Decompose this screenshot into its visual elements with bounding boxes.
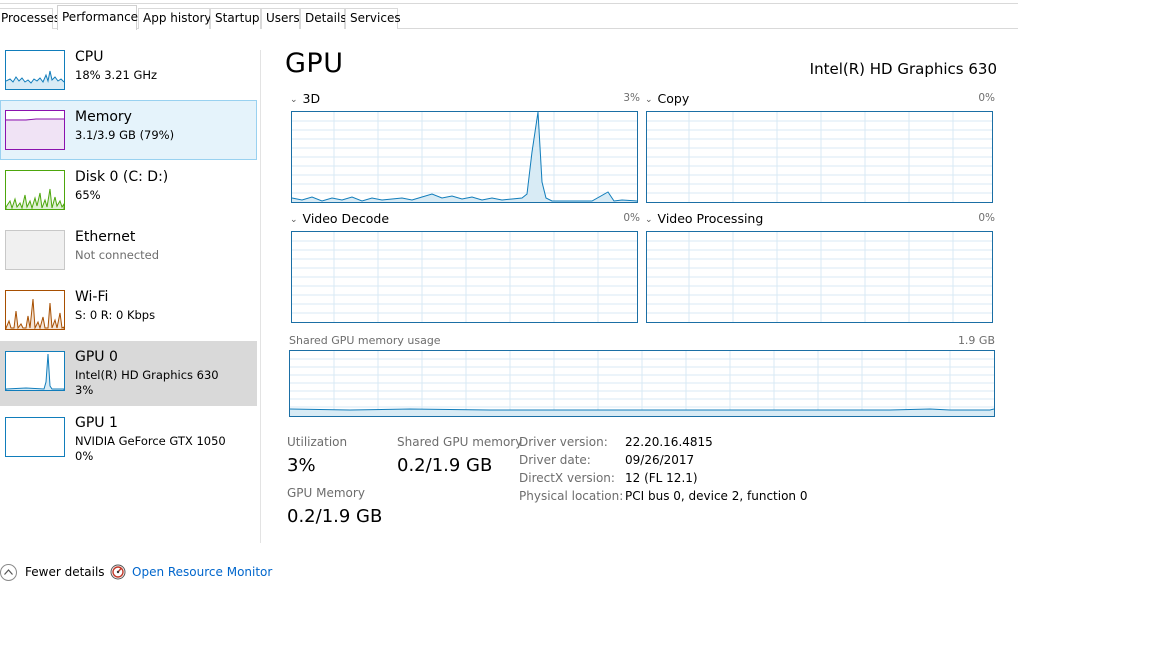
engine-graph-video-processing: [646, 231, 993, 323]
chevron-down-icon: ⌄: [645, 215, 653, 225]
gpu-device-name: Intel(R) HD Graphics 630: [809, 60, 997, 78]
resource-monitor-icon: [110, 564, 126, 580]
chevron-up-icon: [0, 563, 17, 581]
engine-label: Copy: [657, 91, 690, 106]
sidebar-item-wifi[interactable]: Wi-Fi S: 0 R: 0 Kbps: [0, 280, 257, 340]
fewer-details-button[interactable]: Fewer details: [0, 562, 105, 582]
shared-gpu-memory-value: 0.2/1.9 GB: [397, 455, 493, 476]
sidebar-item-subtitle: S: 0 R: 0 Kbps: [75, 308, 156, 322]
open-resource-monitor-label: Open Resource Monitor: [132, 565, 273, 579]
engine-graph-3d: [291, 111, 638, 203]
engine-label: 3D: [302, 91, 321, 106]
chevron-down-icon: ⌄: [645, 95, 653, 105]
sidebar-item-subtitle: Not connected: [75, 248, 160, 262]
sidebar-item-usage: 0%: [75, 449, 94, 463]
sidebar-item-ethernet[interactable]: Ethernet Not connected: [0, 220, 257, 280]
tab-app-history[interactable]: App history: [138, 8, 212, 29]
sidebar-divider: [260, 50, 261, 543]
engine-percent: 0%: [623, 212, 640, 224]
driver-date-value: 09/26/2017: [625, 453, 695, 467]
tab-performance[interactable]: Performance: [57, 5, 138, 30]
physical-location-value: PCI bus 0, device 2, function 0: [625, 489, 808, 503]
open-resource-monitor-link[interactable]: Open Resource Monitor: [110, 562, 272, 582]
sidebar-item-title: GPU 0: [75, 349, 118, 365]
shared-gpu-memory-label: Shared GPU memory: [397, 435, 523, 449]
engine-selector-video-decode[interactable]: ⌄ Video Decode: [290, 211, 389, 226]
sidebar-item-usage: 3%: [75, 383, 94, 397]
shared-memory-graph-label: Shared GPU memory usage: [289, 334, 441, 347]
cpu-thumbnail-graph: [5, 50, 65, 90]
engine-percent: 0%: [978, 212, 995, 224]
ethernet-thumbnail-graph: [5, 230, 65, 270]
engine-percent: 0%: [978, 92, 995, 104]
gpu-memory-label: GPU Memory: [287, 486, 365, 500]
gpu0-thumbnail-graph: [5, 351, 65, 391]
sidebar-item-disk-0[interactable]: Disk 0 (C: D:) 65%: [0, 160, 257, 220]
tab-users[interactable]: Users: [261, 8, 300, 29]
gpu1-thumbnail-graph: [5, 417, 65, 457]
sidebar-item-title: Ethernet: [75, 229, 136, 245]
directx-version-label: DirectX version:: [519, 471, 615, 485]
sidebar-item-gpu-0[interactable]: GPU 0 Intel(R) HD Graphics 630 3%: [0, 341, 257, 406]
driver-date-label: Driver date:: [519, 453, 591, 467]
chevron-down-icon: ⌄: [290, 215, 298, 225]
chevron-down-icon: ⌄: [290, 95, 298, 105]
sidebar-item-subtitle: NVIDIA GeForce GTX 1050: [75, 434, 226, 448]
page-title: GPU: [285, 48, 344, 79]
tab-bar-top-line: [0, 3, 1018, 4]
tab-services[interactable]: Services: [345, 8, 401, 29]
engine-selector-video-processing[interactable]: ⌄ Video Processing: [645, 211, 763, 226]
disk-thumbnail-graph: [5, 170, 65, 210]
fewer-details-label: Fewer details: [25, 565, 105, 579]
shared-memory-graph-max: 1.9 GB: [957, 334, 995, 347]
tab-bar: Processes Performance App history Startu…: [0, 0, 1018, 30]
sidebar-item-title: CPU: [75, 49, 104, 65]
engine-label: Video Processing: [657, 211, 764, 226]
tab-startup[interactable]: Startup: [210, 8, 261, 29]
sidebar-item-title: Memory: [75, 109, 132, 125]
engine-percent: 3%: [623, 92, 640, 104]
engine-selector-3d[interactable]: ⌄ 3D: [290, 91, 320, 106]
driver-version-label: Driver version:: [519, 435, 608, 449]
physical-location-label: Physical location:: [519, 489, 624, 503]
tab-details[interactable]: Details: [300, 8, 347, 29]
sidebar-item-subtitle: 3.1/3.9 GB (79%): [75, 128, 175, 142]
sidebar-item-subtitle: Intel(R) HD Graphics 630: [75, 368, 219, 382]
tab-processes[interactable]: Processes: [0, 8, 60, 29]
sidebar-item-cpu[interactable]: CPU 18% 3.21 GHz: [0, 40, 257, 100]
driver-version-value: 22.20.16.4815: [625, 435, 713, 449]
sidebar-item-memory[interactable]: Memory 3.1/3.9 GB (79%): [0, 100, 257, 160]
utilization-value: 3%: [287, 455, 316, 476]
sidebar-item-subtitle: 65%: [75, 188, 101, 202]
gpu-memory-value: 0.2/1.9 GB: [287, 506, 383, 527]
memory-thumbnail-graph: [5, 110, 65, 150]
sidebar-item-gpu-1[interactable]: GPU 1 NVIDIA GeForce GTX 1050 0%: [0, 407, 257, 472]
sidebar-item-title: GPU 1: [75, 415, 118, 431]
sidebar-item-subtitle: 18% 3.21 GHz: [75, 68, 158, 82]
utilization-label: Utilization: [287, 435, 348, 449]
performance-sidebar: CPU 18% 3.21 GHz Memory 3.1/3.9 GB (79%)…: [0, 40, 258, 545]
directx-version-value: 12 (FL 12.1): [625, 471, 698, 485]
engine-label: Video Decode: [302, 211, 390, 226]
sidebar-item-title: Wi-Fi: [75, 289, 109, 305]
sidebar-item-title: Disk 0 (C: D:): [75, 169, 169, 185]
wifi-thumbnail-graph: [5, 290, 65, 330]
engine-selector-copy[interactable]: ⌄ Copy: [645, 91, 689, 106]
engine-graph-video-decode: [291, 231, 638, 323]
engine-graph-copy: [646, 111, 993, 203]
shared-memory-graph: [289, 350, 995, 417]
